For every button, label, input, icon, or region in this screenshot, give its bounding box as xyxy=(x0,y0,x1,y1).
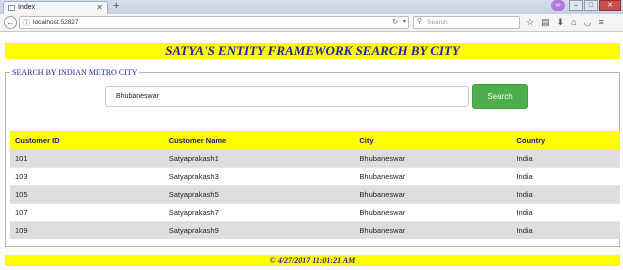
cell-customer-id: 103 xyxy=(10,167,164,186)
browser-tab-bar: Index ✕ + ∞ – □ ✕ xyxy=(0,0,623,14)
page-title: SATYA'S ENTITY FRAMEWORK SEARCH BY CITY xyxy=(5,43,620,59)
table-row: 103 Satyaprakash3 Bhubaneswar India xyxy=(10,167,620,186)
table-row: 109 Satyaprakash9 Bhubaneswar India xyxy=(10,221,620,239)
window-close-icon[interactable]: ✕ xyxy=(599,0,621,11)
tab-title: Index xyxy=(18,4,36,11)
bookmark-star-icon[interactable]: ☆ xyxy=(526,17,534,28)
search-button[interactable]: Search xyxy=(472,84,528,109)
cell-customer-id: 101 xyxy=(10,150,164,168)
site-info-icon[interactable]: ⓘ xyxy=(23,18,30,28)
column-header-customer-id: Customer ID xyxy=(10,131,164,150)
pocket-icon[interactable]: ◡ xyxy=(584,17,592,28)
column-header-customer-name: Customer Name xyxy=(163,131,355,150)
cell-customer-name: Satyaprakash7 xyxy=(163,203,355,222)
cell-country: India xyxy=(511,150,620,168)
fieldset-legend: SEARCH BY INDIAN METRO CITY xyxy=(10,68,140,77)
browser-tab[interactable]: Index ✕ xyxy=(3,1,108,14)
cell-city: Bhubaneswar xyxy=(354,167,512,186)
maximize-icon[interactable]: □ xyxy=(584,0,598,11)
cell-city: Bhubaneswar xyxy=(354,203,512,222)
cell-customer-name: Satyaprakash3 xyxy=(163,167,355,186)
tab-close-icon[interactable]: ✕ xyxy=(96,3,103,12)
chevron-down-icon[interactable]: ▾ xyxy=(403,18,406,25)
footer-timestamp: © 4/27/2017 11:01:21 AM xyxy=(5,255,620,266)
toolbar-icons: ☆ ▤ ⬇ ⌂ ◡ ≡ xyxy=(526,17,604,28)
minimize-icon[interactable]: – xyxy=(569,0,583,11)
cell-country: India xyxy=(511,203,620,222)
cell-customer-id: 107 xyxy=(10,203,164,222)
page-favicon-icon xyxy=(8,5,15,11)
back-arrow-icon[interactable]: ← xyxy=(4,16,17,29)
address-url[interactable]: localhost:52827 xyxy=(33,19,79,26)
new-tab-button[interactable]: + xyxy=(113,0,119,13)
table-header-row: Customer ID Customer Name City Country xyxy=(10,131,620,150)
cell-customer-id: 109 xyxy=(10,221,164,239)
table-row: 107 Satyaprakash7 Bhubaneswar India xyxy=(10,203,620,222)
download-icon[interactable]: ⬇ xyxy=(557,17,565,28)
cell-city: Bhubaneswar xyxy=(354,150,512,168)
column-header-country: Country xyxy=(511,131,620,150)
address-bar[interactable]: ⓘ localhost:52827 ↻ ▾ xyxy=(19,16,409,29)
browser-nav-bar: ← ⓘ localhost:52827 ↻ ▾ ⚲ Search ☆ ▤ ⬇ ⌂… xyxy=(0,14,623,32)
cell-city: Bhubaneswar xyxy=(354,221,512,239)
customer-table: Customer ID Customer Name City Country 1… xyxy=(10,131,620,239)
window-controls: ∞ – □ ✕ xyxy=(551,0,621,12)
cell-customer-name: Satyaprakash5 xyxy=(163,185,355,204)
browser-mask-icon[interactable]: ∞ xyxy=(551,0,565,11)
home-icon[interactable]: ⌂ xyxy=(571,17,576,28)
cell-customer-name: Satyaprakash1 xyxy=(163,150,355,168)
clipboard-icon[interactable]: ▤ xyxy=(541,17,550,28)
table-row: 101 Satyaprakash1 Bhubaneswar India xyxy=(10,150,620,168)
cell-country: India xyxy=(511,185,620,204)
cell-country: India xyxy=(511,221,620,239)
table-row: 105 Satyaprakash5 Bhubaneswar India xyxy=(10,185,620,204)
menu-icon[interactable]: ≡ xyxy=(598,17,603,28)
city-search-input[interactable]: Bhubaneswar xyxy=(105,86,469,107)
cell-country: India xyxy=(511,167,620,186)
cell-customer-name: Satyaprakash9 xyxy=(163,221,355,239)
browser-search-box[interactable]: ⚲ Search xyxy=(413,16,520,29)
search-icon: ⚲ xyxy=(417,18,423,25)
cell-customer-id: 105 xyxy=(10,185,164,204)
column-header-city: City xyxy=(354,131,512,150)
search-placeholder: Search xyxy=(427,19,448,26)
cell-city: Bhubaneswar xyxy=(354,185,512,204)
reload-icon[interactable]: ↻ xyxy=(392,18,398,26)
